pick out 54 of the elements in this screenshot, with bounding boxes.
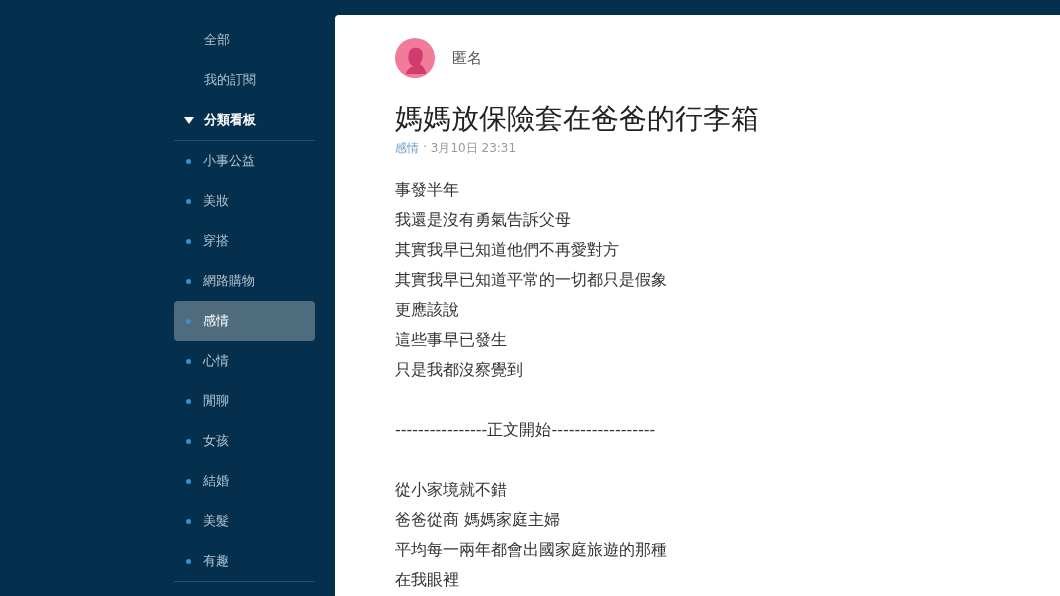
board-item[interactable]: 結婚 [174, 461, 315, 501]
body-line: 其實我早已知道他們不再愛對方 [395, 239, 620, 261]
board-label: 穿搭 [203, 232, 229, 250]
board-label: 美妝 [203, 192, 229, 210]
board-item[interactable]: 美妝 [174, 181, 315, 221]
body-line: 事發半年 [395, 179, 460, 201]
bullet-icon [186, 438, 191, 444]
bullet-icon [186, 478, 191, 484]
bullet-icon [186, 198, 191, 204]
bullet-icon [186, 278, 191, 284]
body-line: 平均每一兩年都會出國家庭旅遊的那種 [395, 539, 668, 561]
board-label: 美髮 [203, 512, 229, 530]
board-item[interactable]: 網路購物 [174, 261, 315, 301]
bullet-icon [186, 398, 191, 404]
board-label: 感情 [203, 312, 229, 330]
board-label: 結婚 [203, 472, 229, 490]
board-label: 心情 [203, 352, 229, 370]
board-item[interactable]: 心情 [174, 341, 315, 381]
board-item[interactable]: 有趣 [174, 541, 315, 581]
body-line: 爸爸從商 媽媽家庭主婦 [395, 509, 562, 531]
board-item[interactable]: 穿搭 [174, 221, 315, 261]
avatar-icon [395, 38, 435, 78]
board-label: 閒聊 [203, 392, 229, 410]
bullet-icon [186, 158, 191, 164]
board-item[interactable]: 美髮 [174, 501, 315, 541]
body-line: 從小家境就不錯 [395, 479, 508, 501]
board-label: 女孩 [203, 432, 229, 450]
bullet-icon [186, 518, 191, 524]
body-line: 只是我都沒察覺到 [395, 359, 524, 381]
board-item[interactable]: 閒聊 [174, 381, 315, 421]
bullet-icon [186, 358, 191, 364]
board-label: 小事公益 [203, 152, 255, 170]
body-line: 我還是沒有勇氣告訴父母 [395, 209, 572, 231]
board-label: 網路購物 [203, 272, 255, 290]
sidebar-link[interactable]: 我的訂閱 [174, 60, 315, 100]
post-time: 3月10日 23:31 [430, 140, 517, 157]
board-item[interactable]: 小事公益 [174, 141, 315, 181]
body-line: ----------------正文開始------------------ [395, 419, 657, 441]
meta-separator: · [423, 140, 427, 156]
bullet-icon [186, 318, 191, 324]
bullet-icon [186, 238, 191, 244]
caret-icon [184, 116, 194, 124]
body-line: 這些事早已發生 [395, 329, 508, 351]
sidebar-link[interactable]: 全部 [174, 20, 315, 60]
post-title: 媽媽放保險套在爸爸的行李箱 [395, 101, 760, 137]
board-item[interactable]: 感情 [174, 301, 315, 341]
category-header[interactable]: 分類看板 [174, 100, 315, 140]
body-line: 其實我早已知道平常的一切都只是假象 [395, 269, 668, 291]
bullet-icon [186, 558, 191, 564]
author-name: 匿名 [452, 48, 482, 68]
board-item[interactable]: 女孩 [174, 421, 315, 461]
body-line: 在我眼裡 [395, 569, 460, 591]
body-line: 更應該說 [395, 299, 460, 321]
board-label: 有趣 [203, 552, 229, 570]
